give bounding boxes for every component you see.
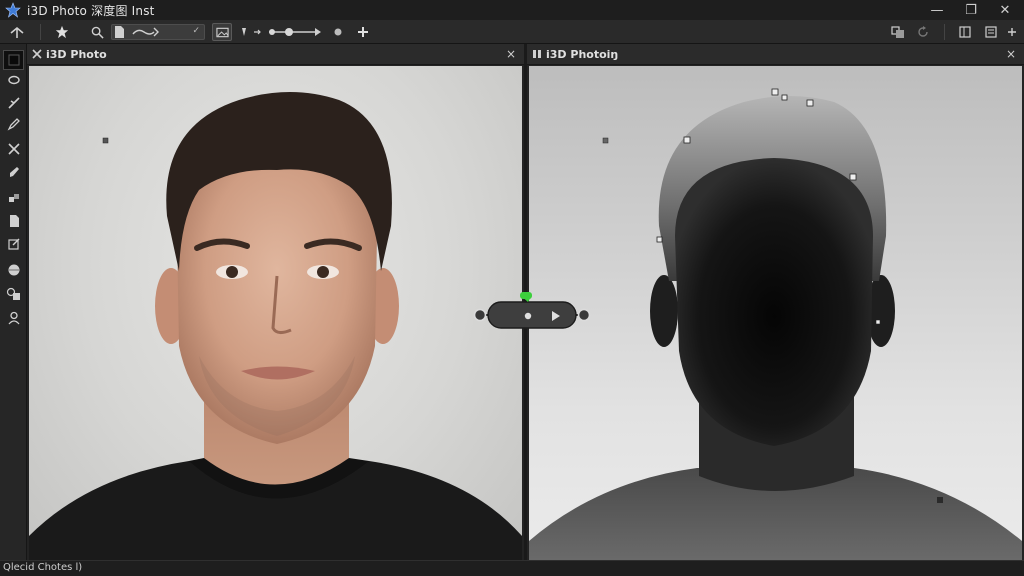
keyframe-icon <box>334 28 342 36</box>
layers-icon <box>891 25 904 38</box>
depth-panel-title: i3D Photoiŋ <box>546 47 619 61</box>
fill-tool[interactable] <box>3 188 24 208</box>
fill-tool-icon <box>8 194 19 202</box>
brush-tool-icon <box>7 97 20 109</box>
add-button[interactable] <box>354 23 372 41</box>
photo-viewport[interactable] <box>29 66 522 560</box>
cursor-arrow-button[interactable] <box>6 23 28 41</box>
eraser-tool[interactable] <box>3 162 24 182</box>
document-tool[interactable] <box>3 211 24 231</box>
refresh-icon <box>918 26 928 37</box>
close-button[interactable]: ✕ <box>988 0 1022 20</box>
compare-slider[interactable] <box>472 292 592 336</box>
filter-icon <box>242 28 261 36</box>
depth-panel-close-button[interactable]: × <box>1004 47 1018 61</box>
minimize-button[interactable]: — <box>920 0 954 20</box>
crop-tool-icon <box>7 143 20 155</box>
tool-palette <box>0 44 27 560</box>
pen-tool[interactable] <box>3 114 24 134</box>
search-icon <box>91 26 104 39</box>
eraser-tool-icon <box>9 167 19 177</box>
pen-tool-icon <box>7 118 20 131</box>
crop-tool[interactable] <box>3 139 24 159</box>
timeline-slider-icon <box>269 28 321 36</box>
compare-slider-graphic <box>473 292 591 329</box>
search-button[interactable] <box>88 23 106 41</box>
lasso-tool-icon <box>7 75 20 85</box>
portrait-photo <box>29 92 522 560</box>
sphere-tool-icon <box>8 264 19 276</box>
marquee-tool[interactable] <box>3 50 24 70</box>
keyframe-button[interactable] <box>330 23 346 41</box>
image-view-button[interactable] <box>212 23 232 41</box>
image-icon <box>215 27 229 37</box>
star-icon <box>55 25 69 39</box>
sphere-tool[interactable] <box>3 260 24 280</box>
app-title: i3D Photo 深度图 Inst <box>27 3 155 18</box>
person-tool-icon <box>8 311 19 325</box>
depth-panel: i3D Photoiŋ × <box>527 44 1024 560</box>
add-icon <box>358 27 368 37</box>
photo-panel-close-button[interactable]: × <box>504 47 518 61</box>
pin-icon <box>533 50 541 58</box>
star-logo-icon <box>5 2 21 18</box>
favorite-button[interactable] <box>52 23 72 41</box>
photo-panel-title: i3D Photo <box>46 47 107 61</box>
gradient-tool[interactable] <box>3 234 24 254</box>
depth-panel-header: i3D Photoiŋ × <box>527 44 1024 65</box>
copy-button[interactable] <box>956 23 974 41</box>
settings-icon <box>985 26 997 38</box>
brush-icon <box>132 27 159 37</box>
document-icon <box>115 26 124 38</box>
clone-tool[interactable] <box>3 284 24 304</box>
refresh-button[interactable] <box>914 23 932 41</box>
person-tool[interactable] <box>3 308 24 328</box>
depth-viewport[interactable] <box>529 66 1022 560</box>
chevron-down-icon: ✓ <box>192 26 200 36</box>
add-panel-icon <box>1008 28 1016 36</box>
copy-icon <box>959 26 971 38</box>
main-toolbar: ✓ <box>0 20 1024 44</box>
maximize-button[interactable]: ❐ <box>954 0 988 20</box>
document-tool-icon <box>9 215 19 227</box>
gradient-tool-icon <box>7 238 19 250</box>
clone-tool-icon <box>6 287 20 300</box>
photo-panel: i3D Photo × <box>27 44 524 560</box>
lasso-tool[interactable] <box>3 70 24 90</box>
pin-icon <box>32 49 42 59</box>
title-bar: i3D Photo 深度图 Inst — ❐ ✕ <box>0 0 1024 20</box>
filter-button[interactable] <box>238 23 266 41</box>
brush-preset-dropdown[interactable]: ✓ <box>111 24 205 40</box>
depth-map-image <box>529 88 1022 560</box>
settings-button[interactable] <box>982 23 1000 41</box>
marquee-tool-icon <box>8 54 19 66</box>
photo-panel-header: i3D Photo × <box>27 44 524 65</box>
cursor-arrow-icon <box>10 26 24 38</box>
status-text: Qlecid Chotes l) <box>3 562 83 573</box>
brush-tool[interactable] <box>3 93 24 113</box>
status-bar: Qlecid Chotes l) <box>0 560 1024 576</box>
add-panel-button[interactable] <box>1004 23 1020 41</box>
timeline-slider[interactable] <box>266 23 324 41</box>
layers-button[interactable] <box>888 23 908 41</box>
